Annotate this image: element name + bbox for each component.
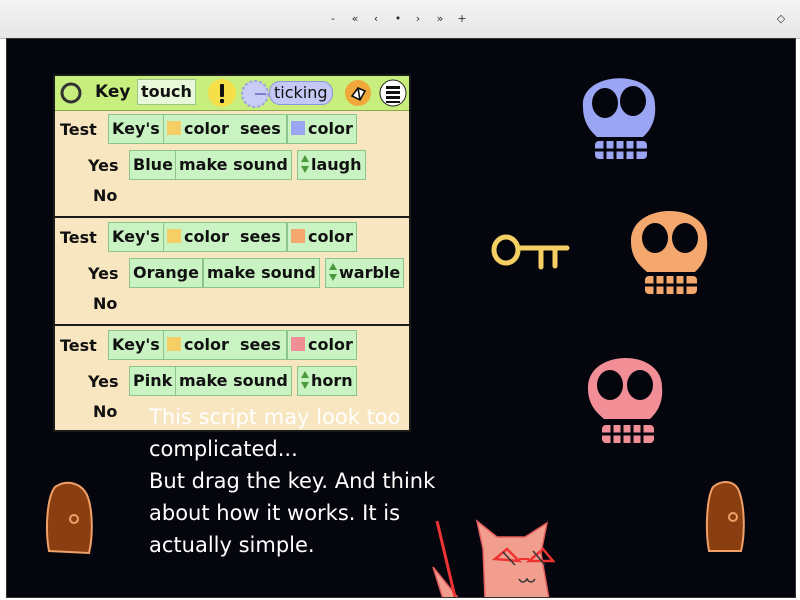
first-page-button[interactable]: « [347,12,363,26]
test-label: Test [60,336,97,355]
add-page-button[interactable]: + [454,12,470,26]
world-canvas: Key touch ticking Test Key's color sees … [6,38,796,598]
no-label: No [93,186,118,205]
target-color-swatch-pink[interactable] [291,337,305,351]
ticking-status-button[interactable]: ticking [269,81,333,105]
instruction-line: But drag the key. And think [149,469,436,493]
sound-selector[interactable]: warble [325,258,405,288]
right-door-sprite[interactable] [701,477,753,559]
alert-icon[interactable] [207,78,237,108]
test-label: Test [60,228,97,247]
skull-name-tile[interactable]: Pink [129,366,177,396]
target-color-tile[interactable]: color [287,222,357,252]
pink-skull-sprite[interactable] [582,341,672,453]
make-sound-tile[interactable]: make sound [175,366,292,396]
yes-label: Yes [88,264,119,283]
script-header: Key touch ticking [55,76,409,111]
instruction-text: This script may look too complicated... … [149,401,435,561]
up-down-arrow-icon[interactable] [301,155,309,173]
instruction-line: complicated... [149,437,298,461]
key-color-swatch[interactable] [167,229,181,243]
script-viewer[interactable]: Key touch ticking Test Key's color sees … [53,74,411,432]
minimize-nav-button[interactable]: - [325,12,341,26]
make-sound-tile[interactable]: make sound [203,258,320,288]
instruction-line: This script may look too [149,405,401,429]
yes-label: Yes [88,156,119,175]
menu-button[interactable]: ◇ [773,12,789,26]
sound-selector[interactable]: horn [297,366,357,396]
left-door-sprite[interactable] [41,479,103,561]
no-label: No [93,402,118,421]
target-color-tile[interactable]: color [287,114,357,144]
skull-name-tile[interactable]: Orange [129,258,203,288]
prev-page-button[interactable]: ‹ [368,12,384,26]
no-label: No [93,294,118,313]
key-subject-tile[interactable]: Key's [108,330,164,360]
up-down-arrow-icon[interactable] [301,371,309,389]
instruction-line: actually simple. [149,533,315,557]
last-page-button[interactable]: » [432,12,448,26]
target-color-tile[interactable]: color [287,330,357,360]
orange-skull-sprite[interactable] [625,194,715,304]
script-menu-icon[interactable] [379,79,407,107]
key-color-sees-tile[interactable]: color sees [163,330,287,360]
skull-name-tile[interactable]: Blue [129,150,177,180]
yes-label: Yes [88,372,119,391]
home-page-button[interactable]: • [390,12,406,26]
target-color-swatch-blue[interactable] [291,121,305,135]
trigger-selector[interactable]: touch [137,79,196,105]
test-label: Test [60,120,97,139]
key-color-sees-tile[interactable]: color sees [163,114,287,144]
key-color-swatch[interactable] [167,121,181,135]
up-down-arrow-icon[interactable] [329,263,337,281]
key-subject-tile[interactable]: Key's [108,114,164,144]
cat-sprite[interactable] [425,479,585,598]
object-name: Key [95,82,131,102]
object-catalog-icon[interactable] [344,79,372,107]
key-sprite[interactable] [489,229,575,275]
divider [55,216,409,218]
key-color-sees-tile[interactable]: color sees [163,222,287,252]
instruction-line: about how it works. It is [149,501,401,525]
clock-icon[interactable] [240,79,270,109]
key-color-swatch[interactable] [167,337,181,351]
menu-circle-icon[interactable] [59,81,83,105]
sound-selector[interactable]: laugh [297,150,366,180]
navigation-bar: - « ‹ • › » + ◇ [0,0,800,39]
divider [55,324,409,326]
make-sound-tile[interactable]: make sound [175,150,292,180]
target-color-swatch-orange[interactable] [291,229,305,243]
blue-skull-sprite[interactable] [575,61,665,171]
key-subject-tile[interactable]: Key's [108,222,164,252]
next-page-button[interactable]: › [410,12,426,26]
